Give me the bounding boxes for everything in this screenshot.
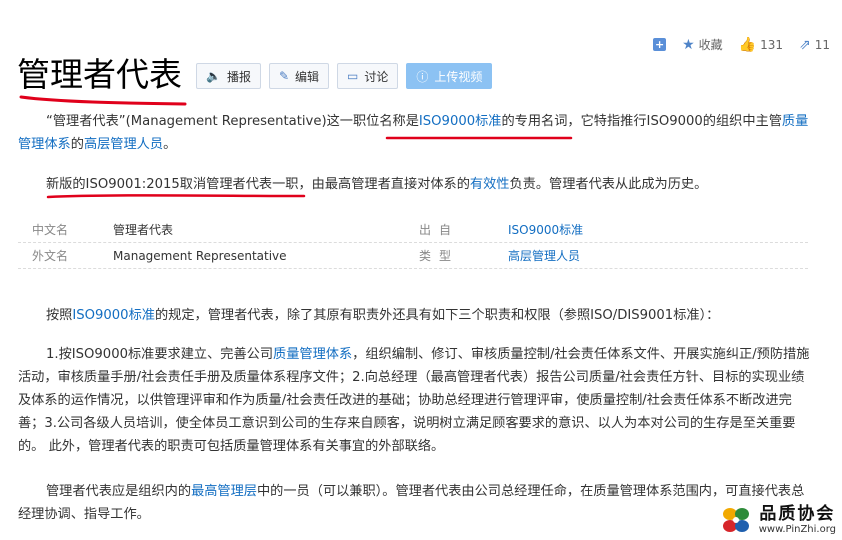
info-row: 外文名 Management Representative 类型 高层管理人员 (18, 243, 808, 269)
discuss-button[interactable]: ▭ 讨论 (337, 63, 399, 89)
info-label-source: 出自 (419, 223, 460, 237)
intro-paragraph-2: 新版的ISO9001:2015取消管理者代表一职，由最高管理者直接对体系的有效性… (46, 177, 708, 192)
action-buttons: 🔈 播报 ✎ 编辑 ▭ 讨论 ⓘ 上传视频 (196, 63, 493, 89)
link-senior-management[interactable]: 高层管理人员 (84, 137, 163, 152)
info-value-source-link[interactable]: ISO9000标准 (508, 221, 583, 238)
pencil-icon: ✎ (278, 69, 290, 83)
share-button[interactable]: ⇗ 11 (799, 37, 830, 53)
body-paragraph-1: 按照ISO9000标准的规定，管理者代表，除了其原有职责外还具有如下三个职责和权… (46, 308, 720, 323)
watermark-logo-icon (722, 508, 749, 532)
edit-button[interactable]: ✎ 编辑 (268, 63, 330, 89)
upload-video-label: 上传视频 (434, 69, 483, 84)
info-value-chinese-name: 管理者代表 (113, 223, 174, 237)
top-toolbar: + ★ 收藏 👍 131 ⇗ 11 (653, 36, 830, 53)
watermark-text: 品质协会 www.PinZhi.org (759, 504, 836, 536)
title-row: 管理者代表 🔈 播报 ✎ 编辑 ▭ 讨论 ⓘ 上传视频 (17, 53, 493, 97)
share-icon: ⇗ (798, 36, 811, 53)
share-count: 11 (814, 37, 830, 52)
info-row: 中文名 管理者代表 出自 ISO9000标准 (18, 217, 808, 243)
info-value-foreign-name: Management Representative (113, 248, 287, 263)
link-iso9000-standard[interactable]: ISO9000标准 (419, 114, 502, 129)
info-value-type-link[interactable]: 高层管理人员 (508, 247, 580, 264)
info-label-chinese-name: 中文名 (32, 223, 69, 237)
collect-button[interactable]: ★ 收藏 (682, 36, 723, 53)
info-label-foreign-name: 外文名 (32, 249, 69, 263)
watermark-name: 品质协会 (759, 504, 836, 524)
discuss-label: 讨论 (364, 69, 389, 84)
info-circle-icon: ⓘ (416, 69, 429, 84)
body-paragraph-3: 管理者代表应是组织内的最高管理层中的一员（可以兼职）。管理者代表由公司总经理任命… (18, 484, 805, 522)
edit-label: 编辑 (295, 69, 320, 84)
play-label: 播报 (226, 69, 251, 84)
thumbs-up-icon: 👍 (738, 36, 757, 53)
add-button[interactable]: + (653, 38, 667, 51)
comment-icon: ▭ (347, 69, 359, 83)
upload-video-button[interactable]: ⓘ 上传视频 (406, 63, 493, 89)
watermark: 品质协会 www.PinZhi.org (719, 504, 836, 536)
star-icon: ★ (682, 36, 695, 53)
title-annotation-underline (19, 95, 187, 106)
link-effectiveness[interactable]: 有效性 (470, 177, 510, 192)
body-paragraph-2: 1.按ISO9000标准要求建立、完善公司质量管理体系，组织编制、修订、审核质量… (18, 347, 810, 454)
play-button[interactable]: 🔈 播报 (196, 63, 261, 89)
watermark-url: www.PinZhi.org (758, 524, 836, 535)
collect-label: 收藏 (698, 38, 723, 52)
speaker-icon: 🔈 (206, 69, 221, 83)
like-button[interactable]: 👍 131 (739, 37, 783, 53)
page-title: 管理者代表 (17, 55, 182, 94)
link-top-management[interactable]: 最高管理层 (191, 484, 257, 499)
like-count: 131 (760, 37, 783, 52)
link-iso9000-standard-2[interactable]: ISO9000标准 (72, 308, 155, 323)
link-quality-management-system-2[interactable]: 质量管理体系 (273, 347, 352, 362)
intro-paragraph-1: “管理者代表”(Management Representative)这一职位名称… (18, 114, 809, 152)
basic-info-table: 中文名 管理者代表 出自 ISO9000标准 外文名 Management Re… (18, 217, 808, 269)
info-label-type: 类型 (419, 249, 460, 263)
plus-icon: + (653, 38, 667, 51)
